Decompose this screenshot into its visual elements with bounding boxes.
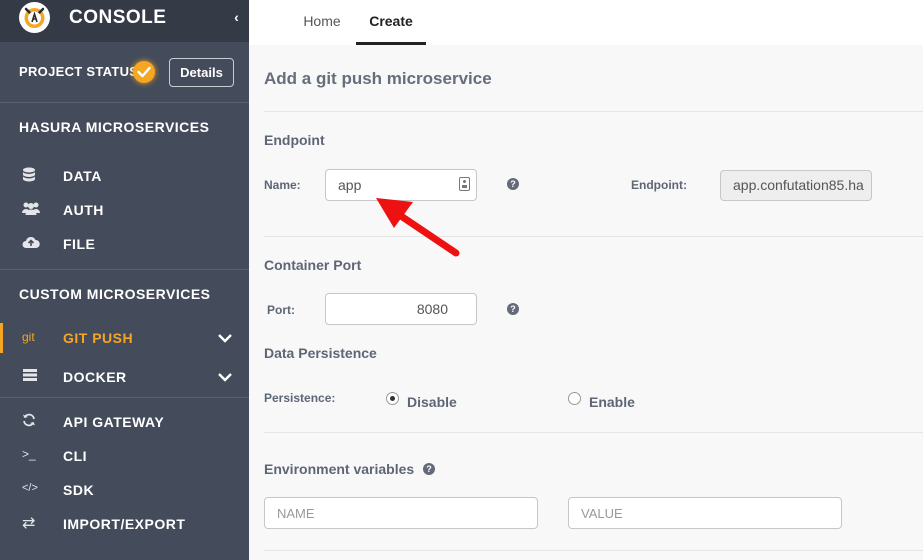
section-divider — [264, 432, 923, 433]
git-icon: git — [22, 330, 35, 344]
env-name-input[interactable] — [264, 497, 538, 529]
hasura-logo[interactable] — [19, 2, 50, 33]
sidebar-item-sdk[interactable]: </> SDK — [0, 475, 249, 505]
custom-microservices-heading: CUSTOM MICROSERVICES — [19, 286, 211, 302]
sidebar-item-label: IMPORT/EXPORT — [63, 516, 186, 532]
code-icon: </> — [22, 482, 38, 494]
name-label: Name: — [264, 178, 301, 192]
hasura-microservices-heading: HASURA MICROSERVICES — [19, 119, 210, 135]
collapse-sidebar-button[interactable]: ‹ — [224, 0, 249, 35]
data-persistence-heading: Data Persistence — [264, 345, 377, 361]
sidebar-item-import-export[interactable]: ⇄ IMPORT/EXPORT — [0, 509, 249, 539]
tab-home[interactable]: Home — [290, 0, 354, 45]
section-divider — [264, 550, 923, 551]
endpoint-label: Endpoint: — [631, 178, 687, 192]
brand-header: CONSOLE — [0, 0, 249, 42]
sidebar-item-label: CLI — [63, 448, 88, 464]
database-icon — [22, 167, 42, 185]
terminal-icon: >_ — [22, 447, 36, 461]
sidebar-item-label: FILE — [63, 236, 96, 252]
env-value-input[interactable] — [568, 497, 842, 529]
annotation-arrow-icon — [376, 198, 460, 257]
active-indicator — [0, 323, 3, 353]
project-status-row: PROJECT STATUS: Details — [0, 42, 249, 103]
section-divider — [264, 111, 923, 112]
help-icon[interactable]: ? — [507, 178, 519, 190]
endpoint-readonly-field: app.confutation85.ha — [720, 170, 872, 201]
chevron-down-icon[interactable] — [217, 331, 233, 349]
sidebar-divider — [0, 397, 249, 398]
section-divider — [264, 236, 923, 237]
project-status-label: PROJECT STATUS: — [19, 64, 143, 79]
persistence-enable-radio[interactable] — [568, 392, 581, 405]
sidebar-item-api-gateway[interactable]: API GATEWAY — [0, 407, 249, 437]
check-circle-icon — [133, 61, 155, 83]
sidebar-item-label: DOCKER — [63, 369, 127, 385]
exchange-icon: ⇄ — [22, 515, 36, 532]
help-icon[interactable]: ? — [423, 463, 435, 475]
port-label: Port: — [267, 303, 295, 317]
persistence-disable-radio[interactable] — [386, 392, 399, 405]
sidebar-item-label: API GATEWAY — [63, 414, 165, 430]
sidebar-item-data[interactable]: DATA — [0, 161, 249, 191]
sidebar-item-docker[interactable]: DOCKER — [0, 362, 249, 392]
sidebar-item-label: SDK — [63, 482, 95, 498]
refresh-icon — [22, 413, 42, 431]
port-input[interactable] — [325, 293, 477, 325]
endpoint-heading: Endpoint — [264, 132, 325, 148]
env-variables-heading: Environment variables — [264, 461, 415, 477]
users-icon — [22, 201, 42, 219]
container-port-heading: Container Port — [264, 257, 362, 273]
cloud-upload-icon — [22, 235, 42, 253]
sidebar-item-auth[interactable]: AUTH — [0, 195, 249, 225]
top-tab-bar: Home Create — [249, 0, 923, 45]
sidebar-item-file[interactable]: FILE — [0, 229, 249, 259]
persistence-enable-label: Enable — [589, 394, 635, 410]
page-title: Add a git push microservice — [264, 69, 492, 88]
sidebar-item-label: GIT PUSH — [63, 330, 134, 346]
sidebar-item-label: DATA — [63, 168, 102, 184]
sidebar-divider — [0, 269, 249, 270]
tab-create[interactable]: Create — [356, 0, 426, 45]
help-icon[interactable]: ? — [507, 303, 519, 315]
chevron-down-icon[interactable] — [217, 370, 233, 388]
sidebar-item-label: AUTH — [63, 202, 104, 218]
main-content: Add a git push microservice Endpoint Nam… — [249, 45, 923, 560]
sidebar: CONSOLE ‹ PROJECT STATUS: Details HASURA… — [0, 0, 249, 560]
sidebar-item-cli[interactable]: >_ CLI — [0, 441, 249, 471]
persistence-label: Persistence: — [264, 391, 336, 405]
sidebar-item-git-push[interactable]: git GIT PUSH — [0, 323, 249, 353]
brand-title: CONSOLE — [69, 7, 167, 28]
persistence-disable-label: Disable — [407, 394, 457, 410]
details-button[interactable]: Details — [169, 58, 234, 87]
server-icon — [22, 368, 42, 386]
